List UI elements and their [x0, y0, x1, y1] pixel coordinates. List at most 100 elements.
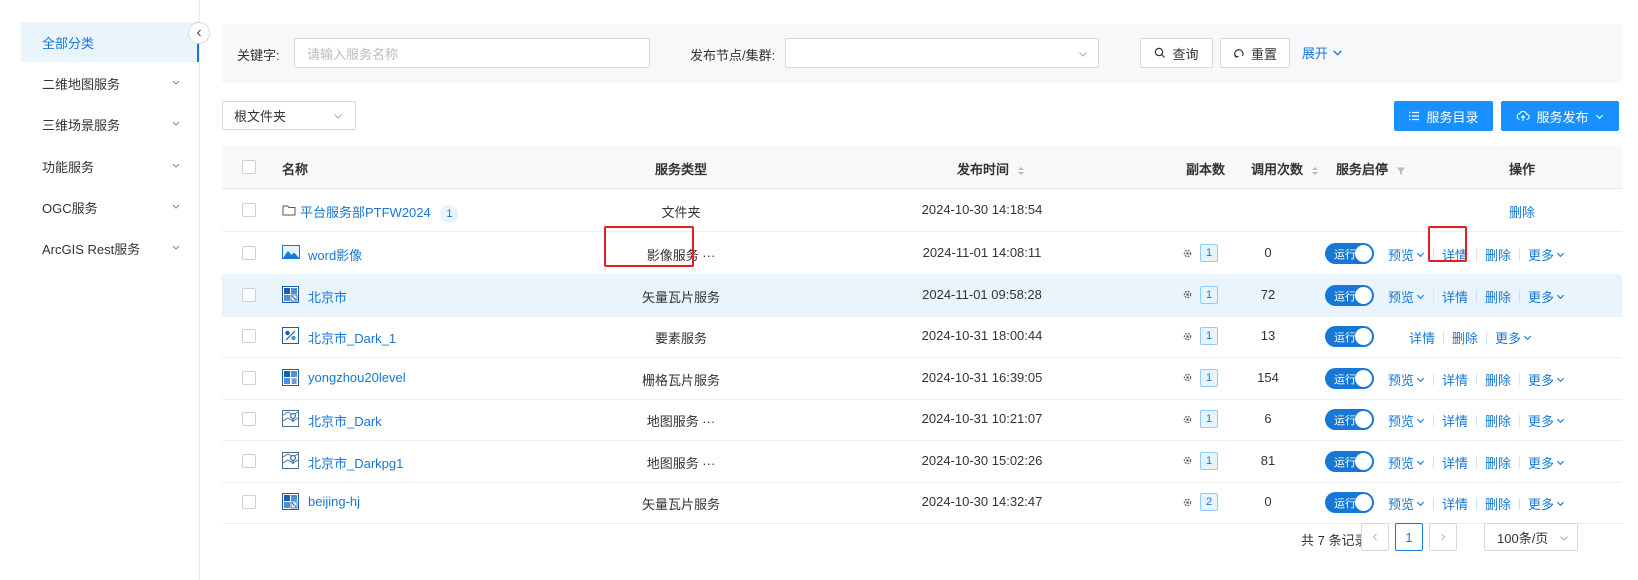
delete-link[interactable]: 删除 [1485, 453, 1511, 472]
feature-icon [282, 327, 300, 345]
details-link[interactable]: 详情 [1442, 411, 1468, 430]
preview-link[interactable]: 预览 [1388, 494, 1425, 513]
sidebar-item-2d-map[interactable]: 二维地图服务 [21, 63, 199, 103]
ops-separator [1476, 290, 1478, 302]
folder-delete-link[interactable]: 删除 [1509, 202, 1535, 221]
delete-link[interactable]: 删除 [1485, 370, 1511, 389]
search-icon [1155, 47, 1166, 58]
row-checkbox[interactable] [242, 287, 256, 302]
preview-link[interactable]: 预览 [1388, 411, 1425, 430]
preview-link[interactable]: 预览 [1388, 287, 1425, 306]
column-header-status-wrap[interactable]: 服务启停 [1336, 159, 1406, 178]
service-toggle[interactable]: 运行 [1325, 284, 1374, 306]
details-link[interactable]: 详情 [1442, 370, 1468, 389]
service-toggle[interactable]: 运行 [1325, 492, 1374, 513]
details-link[interactable]: 详情 [1442, 453, 1468, 472]
more-link[interactable]: 更多 [1528, 370, 1565, 389]
sidebar-item-3d-scene[interactable]: 三维场景服务 [21, 104, 199, 144]
replica-badge[interactable]: 1 [1200, 410, 1218, 428]
service-name-link[interactable]: yongzhou20level [308, 370, 406, 385]
page-button-current[interactable]: 1 [1395, 523, 1423, 551]
sidebar-item-function[interactable]: 功能服务 [21, 146, 199, 186]
column-header-time-wrap[interactable]: 发布时间 [957, 159, 1025, 178]
next-page-button[interactable] [1429, 523, 1457, 551]
keyword-input[interactable]: 请输入服务名称 [294, 38, 650, 68]
details-link[interactable]: 详情 [1409, 328, 1435, 347]
delete-link[interactable]: 删除 [1485, 494, 1511, 513]
service-toggle[interactable]: 运行 [1325, 367, 1374, 389]
chevron-right-icon [1441, 533, 1446, 541]
preview-label: 预览 [1388, 455, 1415, 471]
service-name-link[interactable]: 北京市 [308, 287, 347, 306]
service-type: 地图服务 ··· [646, 414, 716, 429]
expand-link[interactable]: 展开 [1302, 43, 1343, 62]
row-checkbox[interactable] [242, 453, 256, 468]
folder-name-wrap[interactable]: 平台服务部PTFW2024 1 [300, 202, 459, 223]
service-catalog-button[interactable]: 服务目录 [1394, 101, 1493, 131]
replica-badge[interactable]: 1 [1200, 451, 1218, 470]
page-size-select[interactable]: 100条/页 [1484, 523, 1578, 551]
toggle-knob [1355, 369, 1372, 387]
row-actions: 预览 详情 删除 更多 [1388, 287, 1565, 306]
ops-separator [1476, 456, 1478, 468]
node-select[interactable] [785, 38, 1099, 68]
preview-link[interactable]: 预览 [1388, 453, 1425, 472]
sidebar-collapse-button[interactable] [188, 22, 210, 44]
service-name-link[interactable]: 北京市_Darkpg1 [308, 453, 403, 472]
more-label: 更多 [1528, 497, 1555, 512]
chevron-down-icon [1416, 294, 1425, 299]
more-link[interactable]: 更多 [1528, 494, 1565, 513]
sidebar-item-ogc[interactable]: OGC服务 [21, 187, 199, 227]
replica-badge[interactable]: 1 [1200, 285, 1218, 304]
column-header-calls-wrap[interactable]: 调用次数 [1251, 159, 1319, 178]
row-checkbox[interactable] [242, 329, 256, 343]
delete-link[interactable]: 删除 [1452, 328, 1478, 347]
sidebar-item-arcgis-rest[interactable]: ArcGIS Rest服务 [21, 228, 199, 268]
service-name-link[interactable]: beijing-hj [308, 494, 360, 509]
folder-select[interactable]: 根文件夹 [222, 101, 356, 130]
service-toggle[interactable]: 运行 [1325, 243, 1374, 264]
preview-link[interactable]: 预览 [1388, 370, 1425, 389]
service-name-link[interactable]: 北京市_Dark [308, 411, 382, 430]
more-link[interactable]: 更多 [1528, 287, 1565, 306]
row-checkbox[interactable] [242, 203, 256, 217]
row-checkbox[interactable] [242, 370, 256, 385]
more-link[interactable]: 更多 [1528, 411, 1565, 430]
more-link[interactable]: 更多 [1495, 328, 1532, 347]
replica-badge[interactable]: 1 [1200, 327, 1218, 345]
more-label: 更多 [1528, 372, 1555, 388]
chevron-down-icon [1595, 114, 1603, 119]
details-link[interactable]: 详情 [1442, 245, 1468, 264]
ops-separator [1433, 290, 1435, 302]
row-checkbox[interactable] [242, 246, 256, 260]
replica-count: 1 [1182, 410, 1218, 428]
service-publish-button[interactable]: 服务发布 [1501, 101, 1619, 131]
service-name-link[interactable]: word影像 [308, 245, 362, 264]
select-all-checkbox[interactable] [242, 160, 256, 174]
row-checkbox[interactable] [242, 412, 256, 426]
details-link[interactable]: 详情 [1442, 287, 1468, 306]
ops-separator [1519, 414, 1521, 427]
replica-badge[interactable]: 1 [1200, 368, 1218, 387]
reset-button[interactable]: 重置 [1220, 38, 1290, 68]
preview-link[interactable]: 预览 [1388, 245, 1425, 264]
delete-link[interactable]: 删除 [1485, 411, 1511, 430]
row-checkbox[interactable] [242, 495, 256, 509]
chevron-down-icon [172, 121, 180, 126]
prev-page-button[interactable] [1361, 523, 1389, 551]
service-toggle[interactable]: 运行 [1325, 409, 1374, 430]
service-toggle[interactable]: 运行 [1325, 450, 1374, 472]
more-link[interactable]: 更多 [1528, 453, 1565, 472]
replica-count: 1 [1182, 244, 1218, 262]
more-link[interactable]: 更多 [1528, 245, 1565, 264]
row-actions: 预览 详情 删除 更多 [1388, 370, 1565, 389]
replica-badge[interactable]: 2 [1200, 493, 1218, 511]
delete-link[interactable]: 删除 [1485, 245, 1511, 264]
delete-link[interactable]: 删除 [1485, 287, 1511, 306]
replica-badge[interactable]: 1 [1200, 244, 1218, 262]
details-link[interactable]: 详情 [1442, 494, 1468, 513]
service-toggle[interactable]: 运行 [1325, 326, 1374, 347]
query-button[interactable]: 查询 [1140, 38, 1213, 68]
sidebar-item-all[interactable]: 全部分类 [21, 22, 199, 62]
service-name-link[interactable]: 北京市_Dark_1 [308, 328, 396, 347]
